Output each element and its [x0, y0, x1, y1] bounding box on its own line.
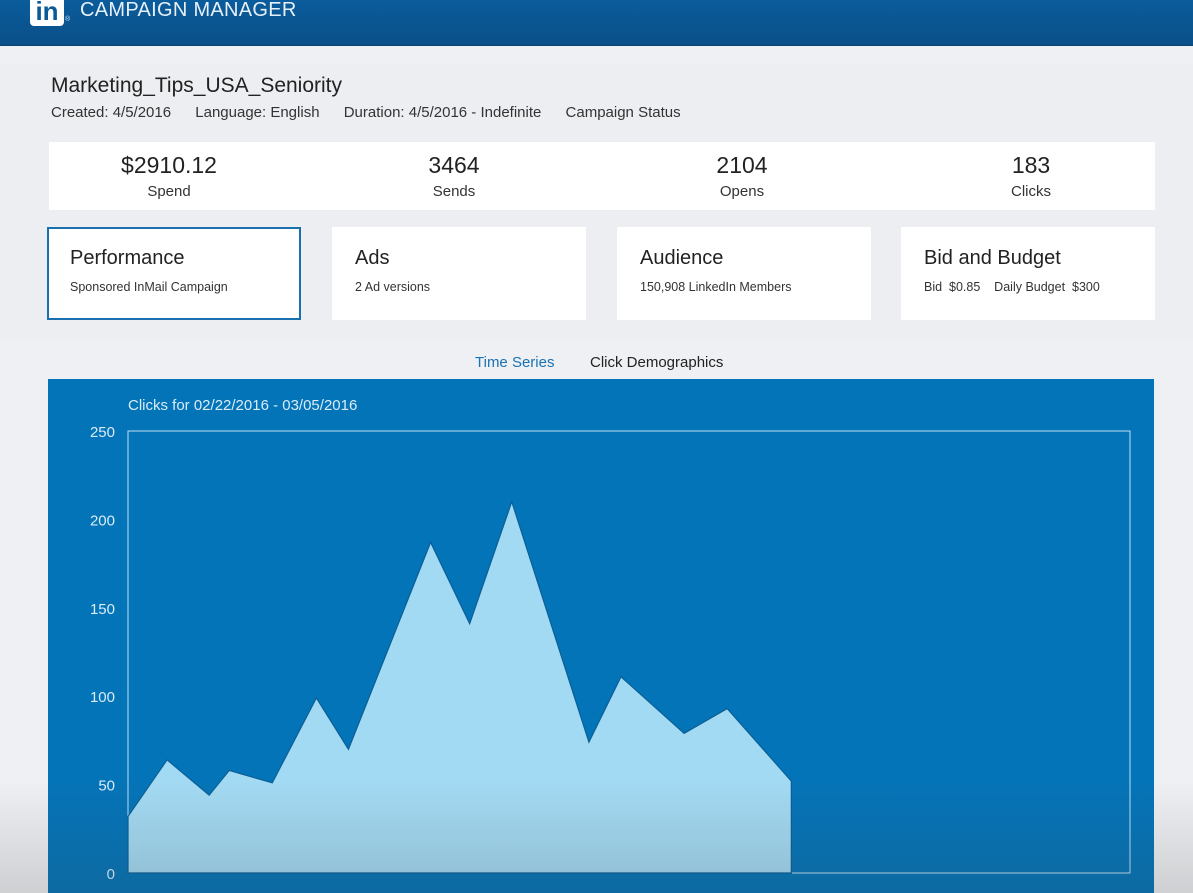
chart-tabs: Time Series Click Demographics — [0, 354, 1193, 374]
card-title: Ads — [355, 247, 390, 269]
clicks-area-series — [127, 499, 792, 874]
stat-sends: 3464 Sends — [334, 142, 574, 200]
stat-label: Opens — [719, 183, 765, 200]
campaign-name: Marketing_Tips_USA_Seniority — [51, 74, 343, 97]
created-date: Created: 4/5/2016 — [51, 104, 172, 121]
stat-value: 183 — [1011, 152, 1051, 178]
stat-clicks: 183 Clicks — [911, 142, 1151, 200]
linkedin-logo-icon[interactable]: in — [30, 0, 64, 26]
y-tick-label: 200 — [90, 512, 115, 529]
card-audience[interactable]: Audience 150,908 LinkedIn Members — [617, 227, 871, 320]
language: Language: English — [195, 104, 320, 121]
card-subtitle: Sponsored InMail Campaign — [70, 280, 228, 294]
card-ads[interactable]: Ads 2 Ad versions — [332, 227, 586, 320]
y-tick-label: 150 — [90, 601, 115, 618]
y-tick-label: 0 — [107, 866, 115, 883]
campaign-meta: Created: 4/5/2016 Language: English Dura… — [51, 104, 701, 121]
registered-mark: ® — [65, 16, 71, 23]
card-bid-and-budget[interactable]: Bid and Budget Bid $0.85 Daily Budget $3… — [901, 227, 1155, 320]
app-title: CAMPAIGN MANAGER — [80, 0, 297, 21]
tab-click-demographics[interactable]: Click Demographics — [590, 354, 723, 371]
stat-value: 2104 — [716, 152, 768, 178]
card-title: Performance — [70, 247, 185, 269]
clicks-chart-panel: Clicks for 02/22/2016 - 03/05/2016 0 50 10… — [48, 379, 1154, 893]
stat-label: Clicks — [1011, 183, 1051, 200]
campaign-status-link[interactable]: Campaign Status — [566, 104, 681, 121]
stat-label: Spend — [147, 183, 191, 200]
tab-time-series[interactable]: Time Series — [475, 354, 554, 371]
card-subtitle: 150,908 LinkedIn Members — [640, 280, 792, 294]
stat-spend: $2910.12 Spend — [49, 142, 289, 200]
stat-label: Sends — [432, 183, 476, 200]
card-title: Audience — [640, 247, 724, 269]
duration: Duration: 4/5/2016 - Indefinite — [343, 104, 542, 121]
y-tick-label: 100 — [90, 689, 115, 706]
y-tick-label: 50 — [98, 778, 115, 795]
clicks-area-chart: 0 50 100 150 200 250 — [90, 424, 1131, 883]
y-tick-label: 250 — [90, 424, 115, 441]
stat-value: 3464 — [428, 152, 480, 178]
card-subtitle: Bid $0.85 Daily Budget $300 — [924, 280, 1100, 294]
stat-value: $2910.12 — [121, 152, 217, 178]
card-performance[interactable]: Performance Sponsored InMail Campaign — [47, 227, 301, 320]
stat-opens: 2104 Opens — [622, 142, 862, 200]
top-bar: in ® CAMPAIGN MANAGER — [0, 0, 1193, 46]
stats-bar: $2910.12 Spend 3464 Sends 2104 Opens 183… — [49, 142, 1155, 210]
card-subtitle: 2 Ad versions — [355, 280, 431, 294]
card-title: Bid and Budget — [924, 247, 1061, 269]
